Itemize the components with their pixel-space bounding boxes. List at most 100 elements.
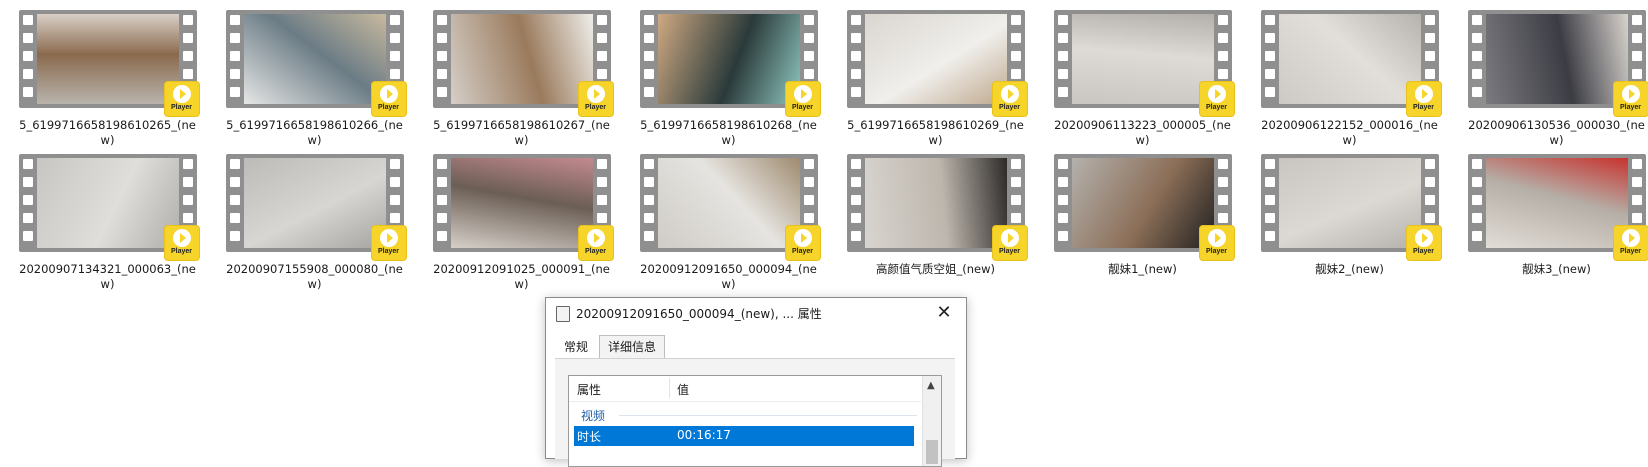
- file-item[interactable]: Player 靓妹2_(new): [1252, 154, 1447, 277]
- file-name: 5_6199716658198610268_(new): [640, 118, 817, 147]
- file-name: 5_6199716658198610266_(new): [226, 118, 403, 147]
- properties-dialog: 20200912091650_000094_(new), ... 属性 ✕ 常规…: [545, 297, 967, 467]
- group-video: 视频: [581, 409, 606, 423]
- player-badge-label: Player: [1412, 104, 1435, 111]
- video-thumbnail[interactable]: Player: [432, 10, 613, 116]
- video-frame-preview: [243, 158, 386, 248]
- column-property[interactable]: 属性: [577, 381, 601, 398]
- file-item[interactable]: Player 5_6199716658198610266_(new): [217, 10, 412, 148]
- video-frame-preview: [1071, 14, 1214, 104]
- film-perforations: [1264, 159, 1275, 249]
- video-thumbnail[interactable]: Player: [846, 154, 1027, 260]
- play-icon: [379, 229, 398, 247]
- player-badge-label: Player: [998, 104, 1021, 111]
- file-item[interactable]: Player 5_6199716658198610269_(new): [838, 10, 1033, 148]
- player-badge-label: Player: [1412, 248, 1435, 255]
- file-item[interactable]: Player 20200907134321_000063_(new): [10, 154, 205, 292]
- play-icon: [1207, 229, 1226, 247]
- file-icon: [556, 306, 570, 322]
- tab-general[interactable]: 常规: [555, 335, 597, 359]
- film-perforations: [22, 159, 33, 249]
- video-thumbnail[interactable]: Player: [1053, 154, 1234, 260]
- file-name: 靓妹3_(new): [1522, 262, 1591, 276]
- player-app-icon: Player: [1406, 82, 1441, 116]
- video-thumbnail[interactable]: Player: [1260, 154, 1441, 260]
- file-item[interactable]: Player 靓妹3_(new): [1459, 154, 1648, 277]
- file-item[interactable]: Player 20200912091025_000091_(new): [424, 154, 619, 292]
- file-name: 5_6199716658198610267_(new): [433, 118, 610, 147]
- play-icon: [172, 85, 191, 103]
- column-divider[interactable]: [669, 378, 670, 398]
- video-frame-preview: [1278, 14, 1421, 104]
- file-name: 20200906113223_000005_(new): [1054, 118, 1231, 147]
- column-header: 属性 值: [569, 376, 921, 402]
- dialog-titlebar[interactable]: 20200912091650_000094_(new), ... 属性 ✕: [546, 298, 966, 328]
- video-thumbnail[interactable]: Player: [225, 10, 406, 116]
- film-perforations: [643, 159, 654, 249]
- player-app-icon: Player: [1613, 82, 1648, 116]
- play-icon: [586, 85, 605, 103]
- play-icon: [586, 229, 605, 247]
- play-icon: [793, 85, 812, 103]
- scrollbar-thumb[interactable]: [926, 440, 938, 464]
- scroll-up-icon[interactable]: ▲: [927, 380, 935, 391]
- player-app-icon: Player: [992, 82, 1027, 116]
- video-thumbnail[interactable]: Player: [1260, 10, 1441, 116]
- tab-details[interactable]: 详细信息: [599, 335, 666, 359]
- video-thumbnail[interactable]: Player: [639, 154, 820, 260]
- play-icon: [1414, 85, 1433, 103]
- video-thumbnail[interactable]: Player: [18, 10, 199, 116]
- file-item[interactable]: Player 5_6199716658198610268_(new): [631, 10, 826, 148]
- video-frame-preview: [450, 14, 593, 104]
- video-thumbnail[interactable]: Player: [18, 154, 199, 260]
- file-item[interactable]: Player 靓妹1_(new): [1045, 154, 1240, 277]
- video-thumbnail[interactable]: Player: [846, 10, 1027, 116]
- film-perforations: [229, 159, 240, 249]
- video-frame-preview: [1071, 158, 1214, 248]
- dialog-tabs: 常规 详细信息: [555, 335, 666, 359]
- file-name: 20200907155908_000080_(new): [226, 262, 403, 291]
- player-badge-label: Player: [1205, 104, 1228, 111]
- file-item[interactable]: Player 5_6199716658198610267_(new): [424, 10, 619, 148]
- video-frame-preview: [450, 158, 593, 248]
- video-frame-preview: [657, 14, 800, 104]
- file-item[interactable]: Player 20200906113223_000005_(new): [1045, 10, 1240, 148]
- scrollbar[interactable]: ▲: [922, 376, 941, 466]
- group-divider: [619, 415, 917, 416]
- file-item[interactable]: Player 20200907155908_000080_(new): [217, 154, 412, 292]
- video-frame-preview: [657, 158, 800, 248]
- file-item[interactable]: Player 20200906130536_000030_(new): [1459, 10, 1648, 148]
- player-app-icon: Player: [992, 226, 1027, 260]
- film-perforations: [1264, 15, 1275, 105]
- video-thumbnail[interactable]: Player: [639, 10, 820, 116]
- video-frame-preview: [864, 14, 1007, 104]
- file-name: 高颜值气质空姐_(new): [876, 262, 995, 276]
- player-badge-label: Player: [1619, 248, 1642, 255]
- film-perforations: [1057, 159, 1068, 249]
- video-thumbnail[interactable]: Player: [225, 154, 406, 260]
- file-name: 5_6199716658198610269_(new): [847, 118, 1024, 147]
- play-icon: [1000, 85, 1019, 103]
- property-list[interactable]: 属性 值 视频 时长 00:16:17 ▲: [568, 375, 942, 467]
- file-item[interactable]: Player 20200906122152_000016_(new): [1252, 10, 1447, 148]
- file-name: 靓妹2_(new): [1315, 262, 1384, 276]
- video-thumbnail[interactable]: Player: [1467, 154, 1648, 260]
- player-badge-label: Player: [377, 248, 400, 255]
- video-thumbnail[interactable]: Player: [432, 154, 613, 260]
- video-thumbnail[interactable]: Player: [1053, 10, 1234, 116]
- player-app-icon: Player: [164, 226, 199, 260]
- player-app-icon: Player: [164, 82, 199, 116]
- file-item[interactable]: Player 高颜值气质空姐_(new): [838, 154, 1033, 277]
- file-item[interactable]: Player 5_6199716658198610265_(new): [10, 10, 205, 148]
- film-perforations: [850, 15, 861, 105]
- details-panel: 属性 值 视频 时长 00:16:17 ▲: [555, 358, 955, 467]
- column-value[interactable]: 值: [677, 381, 689, 398]
- video-thumbnail[interactable]: Player: [1467, 10, 1648, 116]
- property-row-duration[interactable]: 时长 00:16:17: [574, 426, 914, 446]
- player-badge-label: Player: [584, 248, 607, 255]
- file-item[interactable]: Player 20200912091650_000094_(new): [631, 154, 826, 292]
- close-icon[interactable]: ✕: [930, 300, 958, 326]
- video-frame-preview: [1485, 158, 1628, 248]
- file-name: 20200912091025_000091_(new): [433, 262, 610, 291]
- player-badge-label: Player: [791, 248, 814, 255]
